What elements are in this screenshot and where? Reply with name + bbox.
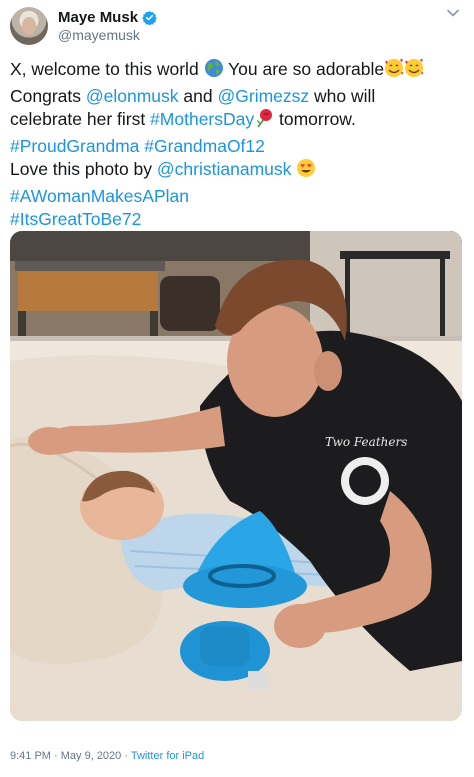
tweet-text-segment: Love this photo by <box>10 159 157 179</box>
tweet-text-line: X, welcome to this world You are so ador… <box>10 58 465 85</box>
smiling-face-with-hearts-icon <box>404 58 424 85</box>
author-handle[interactable]: @mayemusk <box>58 27 157 43</box>
avatar-face <box>22 17 36 35</box>
rose-icon <box>254 108 274 135</box>
hashtag-link[interactable]: #AWomanMakesAPlan <box>10 186 189 206</box>
mention-link[interactable]: @elonmusk <box>86 86 179 106</box>
tshirt-print-text: Two Feathers <box>325 435 407 449</box>
tweet-text-segment: tomorrow. <box>274 109 356 129</box>
hashtag-link[interactable]: #GrandmaOf12 <box>144 136 265 156</box>
tweet-text-segment: who will <box>309 85 376 106</box>
tweet: Maye Musk @mayemusk X, welcome to this w… <box>0 0 474 777</box>
globe-icon <box>204 58 224 85</box>
tweet-text-line: #AWomanMakesAPlan <box>10 185 465 209</box>
tweet-text-segment: Congrats <box>10 85 86 106</box>
photo-illustration: Two Feathers <box>10 231 462 721</box>
hashtag-link[interactable]: #MothersDay <box>150 109 254 129</box>
tweet-header: Maye Musk @mayemusk <box>10 6 157 46</box>
hashtag-link[interactable]: #ProudGrandma <box>10 136 139 156</box>
name-row: Maye Musk <box>58 9 157 26</box>
tweet-text-line: #ItsGreatToBe72 <box>10 208 465 232</box>
author-names: Maye Musk @mayemusk <box>58 9 157 43</box>
mention-link[interactable]: @Grimezsz <box>217 86 309 106</box>
tweet-text-segment: X, welcome to this world <box>10 59 204 79</box>
tweet-text: X, welcome to this world You are so ador… <box>10 58 465 232</box>
author-display-name[interactable]: Maye Musk <box>58 9 138 26</box>
profile-avatar[interactable] <box>10 7 48 45</box>
footer-separator: · <box>50 750 61 762</box>
heart-eyes-icon <box>296 158 316 185</box>
tweet-text-line: Love this photo by @christianamusk <box>10 158 465 185</box>
tweet-photo[interactable]: Two Feathers <box>10 231 462 721</box>
verified-badge-icon <box>142 10 157 25</box>
tweet-footer: 9:41 PM · May 9, 2020 · Twitter for iPad <box>10 750 204 762</box>
chevron-down-icon[interactable] <box>446 6 460 20</box>
mention-link[interactable]: @christianamusk <box>157 159 291 179</box>
tweet-text-segment: celebrate her first <box>10 109 151 129</box>
tweet-text-segment: and <box>178 85 218 106</box>
tweet-time[interactable]: 9:41 PM <box>10 750 51 762</box>
tweet-text-line: Congrats @elonmusk and @Grimezsz who wil… <box>10 85 465 109</box>
hashtag-link[interactable]: #ItsGreatToBe72 <box>10 209 141 229</box>
tweet-text-segment: You are so adorable <box>223 59 385 79</box>
footer-separator: · <box>121 750 131 762</box>
tweet-date[interactable]: May 9, 2020 <box>61 750 122 762</box>
smiling-face-with-hearts-icon <box>384 58 404 85</box>
tweet-text-line: #ProudGrandma #GrandmaOf12 <box>10 135 465 159</box>
tweet-source-link[interactable]: Twitter for iPad <box>131 750 204 762</box>
tweet-text-line: celebrate her first #MothersDay tomorrow… <box>10 108 465 135</box>
